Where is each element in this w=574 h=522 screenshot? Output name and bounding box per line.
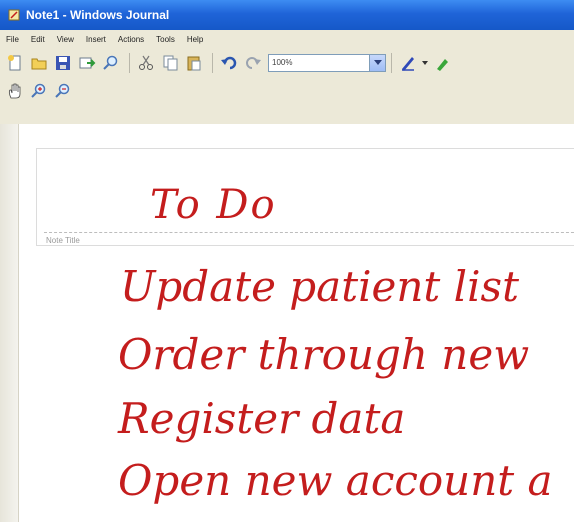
highlighter-icon[interactable] (431, 52, 453, 74)
toolbar-separator (129, 53, 130, 73)
pen-icon[interactable] (397, 52, 419, 74)
menu-edit[interactable]: Edit (31, 35, 45, 44)
pen-dropdown-arrow-icon[interactable] (421, 52, 429, 74)
note-title-ink[interactable]: To Do (150, 182, 277, 228)
find-icon[interactable] (100, 52, 122, 74)
zoom-out-icon[interactable] (52, 80, 74, 102)
view-toolbar (4, 78, 76, 104)
journal-app-icon (8, 9, 20, 21)
cut-icon[interactable] (135, 52, 157, 74)
note-title-caption: Note Title (46, 236, 80, 245)
save-icon[interactable] (52, 52, 74, 74)
ink-line-1[interactable]: Update patient list (120, 262, 519, 311)
toolbar-separator (391, 53, 392, 73)
new-note-icon[interactable] (4, 52, 26, 74)
title-bar[interactable]: Note1 - Windows Journal (0, 0, 574, 30)
ink-line-3[interactable]: Register data (118, 394, 405, 443)
open-folder-icon[interactable] (28, 52, 50, 74)
menu-help[interactable]: Help (187, 35, 203, 44)
note-title-rule (44, 232, 574, 233)
copy-icon[interactable] (159, 52, 181, 74)
toolbar-area: 100% (0, 48, 574, 125)
redo-icon[interactable] (242, 52, 264, 74)
undo-icon[interactable] (218, 52, 240, 74)
zoom-in-icon[interactable] (28, 80, 50, 102)
ink-line-2[interactable]: Order through new (118, 330, 529, 379)
menu-actions[interactable]: Actions (118, 35, 144, 44)
window-title: Note1 - Windows Journal (26, 8, 170, 22)
hand-tool-icon[interactable] (4, 80, 26, 102)
chevron-down-icon[interactable] (369, 55, 385, 71)
menu-tools[interactable]: Tools (156, 35, 175, 44)
menu-bar: File Edit View Insert Actions Tools Help (0, 30, 574, 48)
page-left-rail (0, 124, 19, 522)
zoom-select[interactable]: 100% (268, 54, 386, 72)
menu-view[interactable]: View (57, 35, 74, 44)
menu-file[interactable]: File (6, 35, 19, 44)
menu-insert[interactable]: Insert (86, 35, 106, 44)
zoom-value: 100% (272, 58, 293, 67)
send-icon[interactable] (76, 52, 98, 74)
toolbar-separator (212, 53, 213, 73)
paste-icon[interactable] (183, 52, 205, 74)
ink-line-4[interactable]: Open new account a (118, 456, 553, 505)
standard-toolbar: 100% (4, 50, 455, 76)
